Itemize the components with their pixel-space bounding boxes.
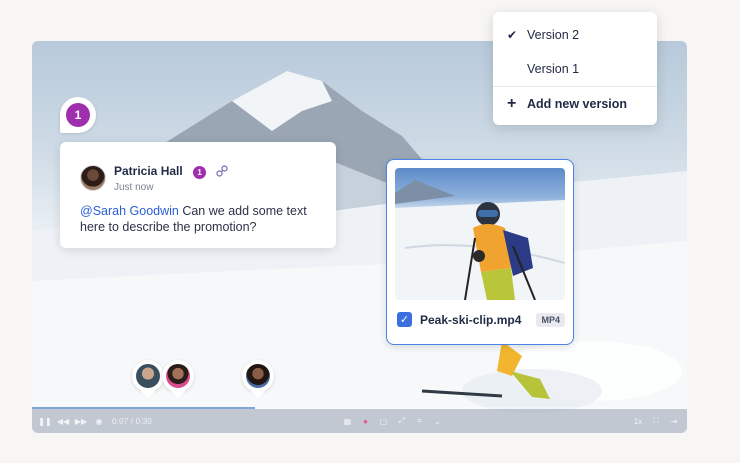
comment-mention[interactable]: @Sarah Goodwin (80, 204, 179, 218)
file-name: Peak-ski-clip.mp4 (420, 312, 522, 327)
timeline-comment-pin[interactable] (242, 360, 274, 400)
comment-marker[interactable]: 1 (60, 97, 96, 133)
comment-body: @Sarah Goodwin Can we add some text here… (80, 203, 316, 235)
comment-author: Patricia Hall (114, 164, 183, 178)
skip-back-icon[interactable]: ◀◀ (57, 416, 69, 426)
check-icon: ✔ (507, 28, 518, 42)
plus-icon: + (507, 95, 517, 112)
avatar (246, 364, 270, 388)
avatar (166, 364, 190, 388)
file-checkbox[interactable]: ✓ (397, 312, 412, 327)
file-card[interactable]: ✓ Peak-ski-clip.mp4 MP4 (386, 159, 574, 345)
skip-forward-icon[interactable]: ▶▶ (75, 416, 87, 426)
comment-marker-number: 1 (66, 103, 90, 127)
fullscreen-icon[interactable]: ⛶ (651, 416, 661, 426)
grid-icon[interactable]: ▦ (343, 416, 353, 426)
avatar (136, 364, 160, 388)
timeline-comment-pin[interactable] (132, 360, 164, 400)
version-item-label: Version 1 (527, 62, 580, 76)
version-menu: ✔ Version 2 Version 1 + Add new version (493, 12, 657, 125)
progress-fill (32, 407, 255, 409)
volume-icon[interactable]: ◉ (94, 416, 104, 426)
timeline-comment-pin[interactable] (162, 360, 194, 400)
file-thumbnail (395, 168, 565, 300)
speed-label[interactable]: 1x (633, 416, 643, 426)
comment-number-badge: 1 (193, 166, 207, 179)
progress-bar[interactable] (32, 407, 687, 409)
comment-icon[interactable]: ▢ (379, 416, 389, 426)
exit-icon[interactable]: ⇥ (669, 416, 679, 426)
chevron-down-icon[interactable]: ⌄ (433, 416, 443, 426)
crop-icon[interactable]: ⌗ (415, 416, 425, 426)
file-type-badge: MP4 (536, 312, 565, 327)
link-icon[interactable] (215, 164, 229, 178)
record-icon[interactable]: ● (361, 416, 371, 426)
version-item-label: Version 2 (527, 28, 580, 42)
time-display: 0:07 / 0:30 (112, 416, 153, 426)
add-new-version-button[interactable]: + Add new version (493, 87, 657, 121)
player-controls: ❚❚ ◀◀ ▶▶ ◉ 0:07 / 0:30 ▦ ● ▢ ⤢ ⌗ ⌄ 1x ⛶ … (32, 407, 687, 433)
pause-icon[interactable]: ❚❚ (38, 416, 51, 426)
avatar (80, 164, 106, 191)
skier-thumbnail-image (395, 180, 565, 300)
version-item-2[interactable]: ✔ Version 2 (493, 18, 657, 52)
draw-icon[interactable]: ⤢ (397, 416, 407, 426)
comment-card[interactable]: Patricia Hall 1 Just now @Sarah Goodwin … (60, 142, 336, 248)
add-version-label: Add new version (527, 97, 628, 111)
version-item-1[interactable]: Version 1 (493, 52, 657, 86)
comment-timestamp: Just now (114, 182, 154, 193)
